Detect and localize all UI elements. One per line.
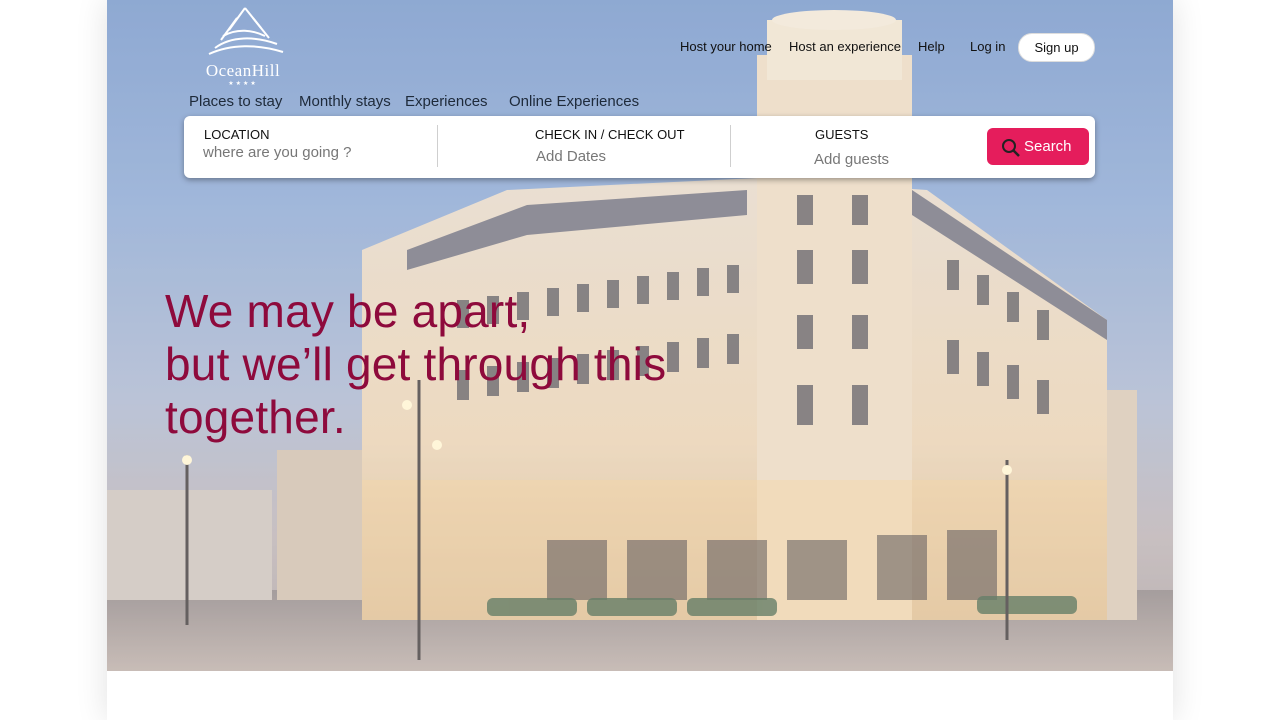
headline-line-2: but we’ll get through this bbox=[165, 338, 667, 390]
nav-host-home-link[interactable]: Host your home bbox=[680, 39, 772, 54]
headline-line-1: We may be apart, bbox=[165, 285, 531, 337]
nav-help-link[interactable]: Help bbox=[918, 39, 945, 54]
guests-label: GUESTS bbox=[815, 127, 869, 142]
divider bbox=[437, 125, 438, 167]
nav-host-experience-link[interactable]: Host an experience bbox=[789, 39, 901, 54]
location-input[interactable]: where are you going ? bbox=[203, 144, 351, 161]
nav-login-link[interactable]: Log in bbox=[970, 39, 1005, 54]
headline-line-3: together. bbox=[165, 391, 346, 443]
brand-logo[interactable]: OceanHill ★★★★ bbox=[191, 6, 295, 87]
hero-section: OceanHill ★★★★ Host your home Host an ex… bbox=[107, 0, 1173, 671]
dates-label: CHECK IN / CHECK OUT bbox=[535, 127, 685, 142]
divider bbox=[730, 125, 731, 167]
logo-icon bbox=[208, 7, 284, 55]
dates-input[interactable]: Add Dates bbox=[536, 148, 606, 165]
signup-button[interactable]: Sign up bbox=[1018, 33, 1095, 62]
tab-places-to-stay[interactable]: Places to stay bbox=[189, 93, 282, 110]
search-bar: LOCATION where are you going ? CHECK IN … bbox=[184, 116, 1095, 178]
location-label: LOCATION bbox=[204, 127, 270, 142]
hero-headline: We may be apart, but we’ll get through t… bbox=[165, 285, 725, 444]
tab-online-experiences[interactable]: Online Experiences bbox=[509, 93, 639, 110]
search-icon bbox=[1002, 139, 1020, 157]
tab-monthly-stays[interactable]: Monthly stays bbox=[299, 93, 391, 110]
brand-stars: ★★★★ bbox=[228, 81, 258, 87]
page: OceanHill ★★★★ Host your home Host an ex… bbox=[107, 0, 1173, 720]
tab-experiences[interactable]: Experiences bbox=[405, 93, 488, 110]
search-button-label: Search bbox=[1024, 138, 1072, 155]
search-button[interactable]: Search bbox=[987, 128, 1089, 165]
guests-input[interactable]: Add guests bbox=[814, 151, 889, 168]
brand-name: OceanHill bbox=[205, 61, 281, 80]
